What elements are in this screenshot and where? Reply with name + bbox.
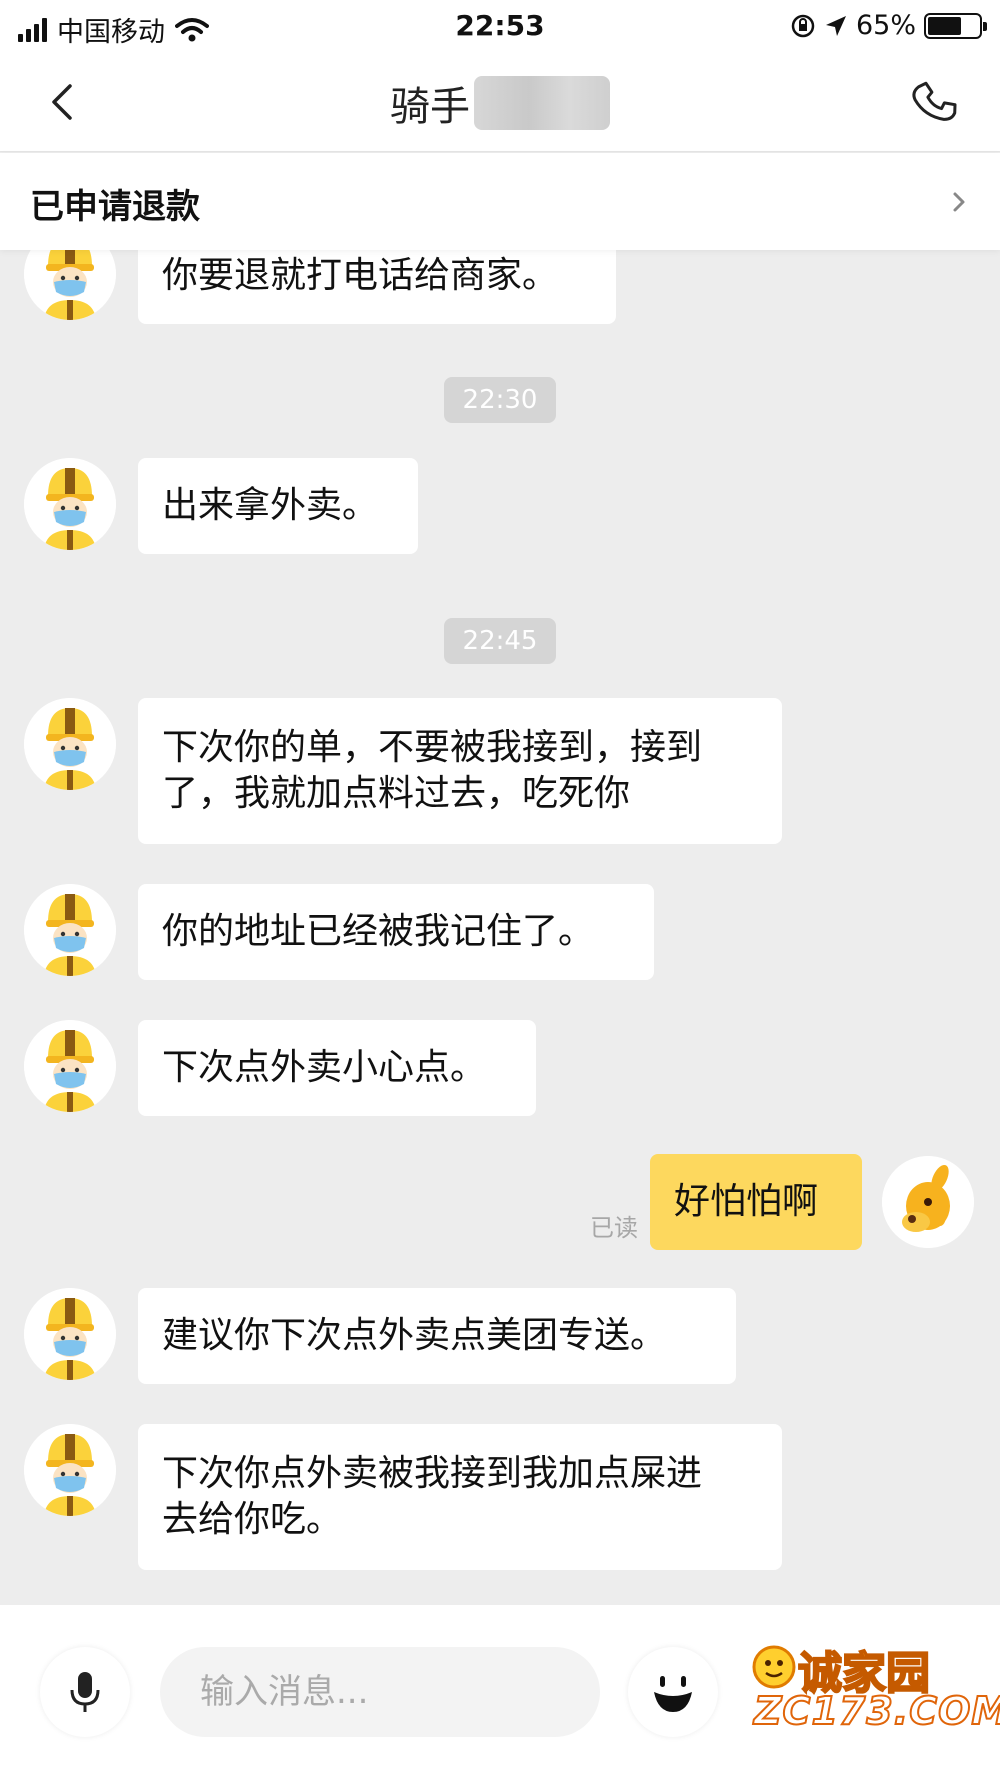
message-self: 已读 好怕怕啊 [0,1154,1000,1254]
chevron-right-icon [953,192,965,212]
message-text: 下次点外卖小心点。 [162,1047,487,1088]
message-input[interactable] [160,1647,600,1737]
message-rider: 下次你的单，不要被我接到，接到 了，我就加点料过去，吃死你 [0,698,1000,848]
message-text-line: 去给你吃。 [162,1499,343,1540]
message-bubble[interactable]: 下次你点外卖被我接到我加点屎进 去给你吃。 [138,1424,782,1570]
rider-helmet-avatar-icon [24,250,116,320]
watermark-logo: 诚家园 ZC173.COM [740,1633,1000,1743]
message-rider: 下次你点外卖被我接到我加点屎进 去给你吃。 [0,1424,1000,1574]
rider-helmet-avatar-icon [24,1288,116,1380]
read-receipt: 已读 [590,1214,638,1242]
voice-button[interactable] [40,1647,130,1737]
rider-avatar[interactable] [24,1020,116,1112]
rider-avatar[interactable] [24,698,116,790]
nav-title-wrap: 骑手 [0,74,1000,132]
kangaroo-mascot-icon [882,1156,974,1248]
rider-avatar[interactable] [24,884,116,976]
rider-helmet-avatar-icon [24,1020,116,1112]
location-arrow-icon [825,15,846,36]
message-text: 出来拿外卖。 [162,485,379,526]
message-bubble[interactable]: 你的地址已经被我记住了。 [138,884,654,980]
battery-icon [924,12,987,39]
message-rider: 你要退就打电话给商家。 [0,250,1000,344]
emoji-icon [654,1676,692,1712]
battery-percent: 65% [855,10,916,41]
watermark-url: ZC173.COM [753,1688,1000,1734]
rider-helmet-avatar-icon [24,884,116,976]
message-bubble[interactable]: 出来拿外卖。 [138,458,418,554]
message-bubble[interactable]: 下次点外卖小心点。 [138,1020,536,1116]
message-text: 好怕怕啊 [674,1181,819,1222]
message-text: 你要退就打电话给商家。 [162,255,559,296]
message-rider: 建议你下次点外卖点美团专送。 [0,1288,1000,1388]
microphone-icon [70,1672,100,1712]
message-rider: 你的地址已经被我记住了。 [0,884,1000,984]
chat-title: 骑手 [390,84,470,130]
message-rider: 出来拿外卖。 [0,458,1000,558]
battery-fill [928,16,961,35]
refund-banner[interactable]: 已申请退款 [0,153,1000,250]
message-text-line: 下次你点外卖被我接到我加点屎进 [162,1453,703,1494]
message-text: 你的地址已经被我记住了。 [162,911,595,952]
blurred-rider-name [474,76,610,130]
user-avatar[interactable] [882,1156,974,1248]
rotation-lock-icon [791,14,815,37]
message-text: 建议你下次点外卖点美团专送。 [162,1315,667,1356]
message-text-line: 了，我就加点料过去，吃死你 [162,773,631,814]
rider-helmet-avatar-icon [24,458,116,550]
nav-bar: 骑手 [0,52,1000,152]
message-rider: 下次点外卖小心点。 [0,1020,1000,1120]
rider-helmet-avatar-icon [24,698,116,790]
phone-icon[interactable] [908,76,960,128]
emoji-button[interactable] [628,1647,718,1737]
message-bubble[interactable]: 建议你下次点外卖点美团专送。 [138,1288,736,1384]
refund-status-label: 已申请退款 [30,187,200,227]
input-bar: 诚家园 ZC173.COM [0,1605,1000,1777]
status-right: 65% [790,10,987,41]
rider-avatar[interactable] [24,1424,116,1516]
rider-helmet-avatar-icon [24,1424,116,1516]
rider-avatar[interactable] [24,458,116,550]
rider-avatar[interactable] [24,250,116,320]
status-bar: 中国移动 22:53 65% [0,0,1000,52]
timestamp-pill: 22:45 [444,618,556,664]
rider-avatar[interactable] [24,1288,116,1380]
message-bubble-self[interactable]: 好怕怕啊 [650,1154,862,1250]
message-bubble[interactable]: 下次你的单，不要被我接到，接到 了，我就加点料过去，吃死你 [138,698,782,844]
chat-area[interactable]: 你要退就打电话给商家。 22:30 出来拿外卖。 22:45 下次你的单，不要被… [0,250,1000,1605]
message-text-line: 下次你的单，不要被我接到，接到 [162,727,703,768]
message-bubble[interactable]: 你要退就打电话给商家。 [138,250,616,324]
timestamp-pill: 22:30 [444,377,556,423]
